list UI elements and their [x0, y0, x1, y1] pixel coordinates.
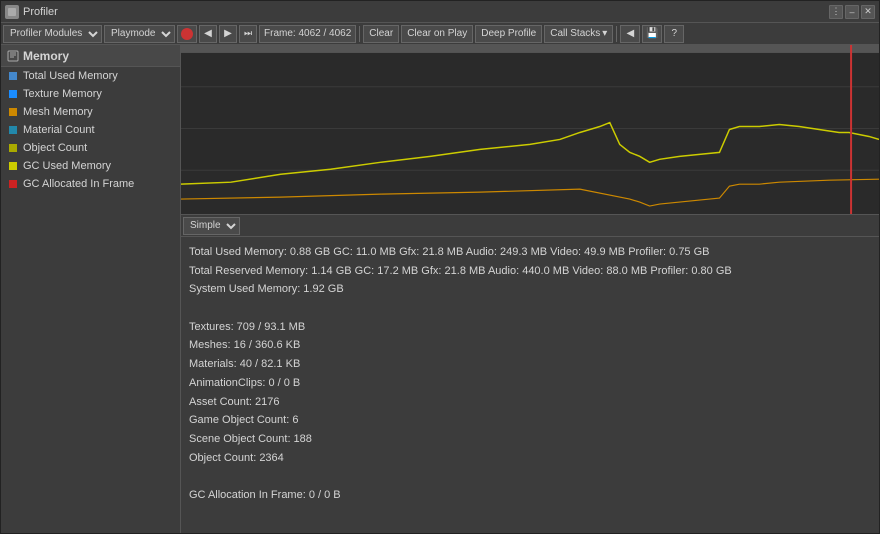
title-bar: Profiler ⋮ – ✕ — [1, 1, 879, 23]
texture-color — [9, 90, 17, 98]
close-btn[interactable]: ✕ — [861, 5, 875, 19]
separator-1 — [359, 26, 360, 42]
material-color — [9, 126, 17, 134]
sidebar-header: Memory — [1, 45, 180, 67]
sidebar-label-gc-alloc: GC Allocated In Frame — [23, 178, 134, 190]
window-title: Profiler — [23, 6, 58, 18]
profiler-icon — [5, 5, 19, 19]
stat-textures: Textures: 709 / 93.1 MB — [189, 318, 871, 337]
back-nav-btn[interactable]: ◀ — [620, 25, 640, 43]
step-back-btn[interactable]: ◀ — [199, 25, 217, 43]
main-toolbar: Profiler Modules Playmode ◀ ▶ ⏭ Frame: 4… — [1, 23, 879, 45]
sidebar-label-texture: Texture Memory — [23, 88, 102, 100]
stat-spacer-1 — [189, 299, 871, 318]
object-count-color — [9, 144, 17, 152]
total-used-color — [9, 72, 17, 80]
stat-game-obj-count: Game Object Count: 6 — [189, 411, 871, 430]
sidebar-item-total-used[interactable]: Total Used Memory — [1, 67, 180, 85]
record-indicator — [181, 28, 193, 40]
step-forward-btn[interactable]: ▶ — [219, 25, 237, 43]
sidebar-item-texture[interactable]: Texture Memory — [1, 85, 180, 103]
sidebar-item-object-count[interactable]: Object Count — [1, 139, 180, 157]
playmode-select[interactable]: Playmode — [104, 25, 175, 43]
memory-chart[interactable] — [181, 45, 879, 215]
sidebar-label-mesh: Mesh Memory — [23, 106, 93, 118]
save-btn[interactable]: 💾 — [642, 25, 662, 43]
stats-panel: Simple Total Used Memory: 0.88 GB GC: 11… — [181, 215, 879, 533]
call-stacks-btn[interactable]: Call Stacks ▾ — [544, 25, 613, 43]
mesh-color — [9, 108, 17, 116]
window-controls: ⋮ – ✕ — [829, 5, 875, 19]
minimize-btn[interactable]: – — [845, 5, 859, 19]
view-select[interactable]: Simple — [183, 217, 240, 235]
help-btn[interactable]: ? — [664, 25, 684, 43]
sidebar-title: Memory — [23, 49, 69, 63]
sidebar-item-gc-used[interactable]: GC Used Memory — [1, 157, 180, 175]
stat-spacer-2 — [189, 467, 871, 486]
stat-materials: Materials: 40 / 82.1 KB — [189, 355, 871, 374]
sidebar-label-total-used: Total Used Memory — [23, 70, 118, 82]
profiler-modules-select[interactable]: Profiler Modules — [3, 25, 102, 43]
sidebar-label-object-count: Object Count — [23, 142, 87, 154]
deep-profile-btn[interactable]: Deep Profile — [475, 25, 542, 43]
stat-system-used: System Used Memory: 1.92 GB — [189, 280, 871, 299]
stats-toolbar: Simple — [181, 215, 879, 237]
stat-total-reserved: Total Reserved Memory: 1.14 GB GC: 17.2 … — [189, 262, 871, 281]
record-btn[interactable] — [177, 25, 197, 43]
clear-btn[interactable]: Clear — [363, 25, 399, 43]
stat-meshes: Meshes: 16 / 360.6 KB — [189, 336, 871, 355]
stat-asset-count: Asset Count: 2176 — [189, 393, 871, 412]
stat-gc-alloc: GC Allocation In Frame: 0 / 0 B — [189, 486, 871, 505]
more-options-btn[interactable]: ⋮ — [829, 5, 843, 19]
stat-obj-count: Object Count: 2364 — [189, 449, 871, 468]
skip-end-btn[interactable]: ⏭ — [239, 25, 257, 43]
gc-alloc-color — [9, 180, 17, 188]
stats-content: Total Used Memory: 0.88 GB GC: 11.0 MB G… — [181, 237, 879, 511]
right-panel: Simple Total Used Memory: 0.88 GB GC: 11… — [181, 45, 879, 533]
gc-used-color — [9, 162, 17, 170]
memory-module-icon — [7, 50, 19, 62]
separator-2 — [616, 26, 617, 42]
sidebar-label-material: Material Count — [23, 124, 95, 136]
sidebar-item-material[interactable]: Material Count — [1, 121, 180, 139]
clear-on-play-btn[interactable]: Clear on Play — [401, 25, 473, 43]
stat-total-used: Total Used Memory: 0.88 GB GC: 11.0 MB G… — [189, 243, 871, 262]
chart-svg — [181, 45, 879, 214]
frame-counter: Frame: 4062 / 4062 — [259, 25, 356, 43]
stat-scene-obj-count: Scene Object Count: 188 — [189, 430, 871, 449]
content-area: Memory Total Used Memory Texture Memory … — [1, 45, 879, 533]
sidebar-label-gc-used: GC Used Memory — [23, 160, 111, 172]
sidebar-item-mesh[interactable]: Mesh Memory — [1, 103, 180, 121]
stat-anim-clips: AnimationClips: 0 / 0 B — [189, 374, 871, 393]
memory-sidebar: Memory Total Used Memory Texture Memory … — [1, 45, 181, 533]
sidebar-item-gc-alloc[interactable]: GC Allocated In Frame — [1, 175, 180, 193]
profiler-window: Profiler ⋮ – ✕ Profiler Modules Playmode… — [0, 0, 880, 534]
